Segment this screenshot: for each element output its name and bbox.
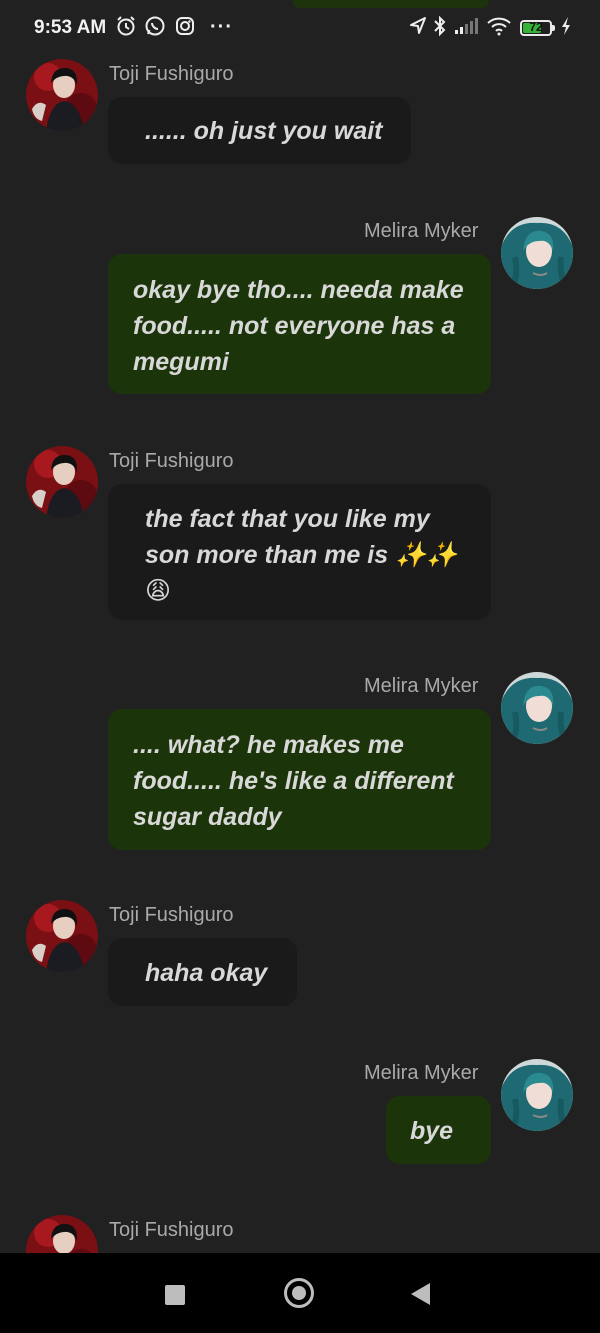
message-text: the fact that you like my son more than …: [145, 505, 458, 605]
instagram-icon: [174, 15, 196, 43]
sender-name: Toji Fushiguro: [109, 450, 234, 472]
message-bubble[interactable]: ...... oh just you wait: [108, 97, 411, 164]
more-icon: ···: [210, 16, 233, 38]
sender-name: Toji Fushiguro: [109, 63, 234, 85]
melira-avatar[interactable]: [501, 1059, 573, 1131]
message-text: bye: [410, 1117, 454, 1145]
sender-name: Toji Fushiguro: [109, 904, 234, 926]
message-bubble[interactable]: bye: [386, 1096, 491, 1164]
melira-avatar[interactable]: [501, 672, 573, 744]
message-text: .... what? he makes me food..... he's li…: [133, 731, 454, 831]
bluetooth-icon: [433, 15, 447, 43]
toji-avatar[interactable]: [26, 446, 98, 518]
battery-level-text: 72: [529, 20, 543, 34]
navigation-bar: [0, 1253, 600, 1333]
signal-icon: [454, 15, 480, 43]
previous-message-bubble: [292, 0, 489, 8]
message-bubble[interactable]: okay bye tho.... needa make food..... no…: [108, 254, 491, 394]
toji-avatar[interactable]: [26, 900, 98, 972]
back-button[interactable]: [411, 1283, 430, 1305]
message-text: haha okay: [145, 959, 268, 987]
message-bubble[interactable]: haha okay: [108, 938, 297, 1006]
wifi-icon: [486, 15, 512, 43]
message-text: ...... oh just you wait: [145, 117, 383, 145]
battery-cap: [552, 25, 555, 31]
home-button[interactable]: [284, 1278, 314, 1308]
sender-name: Melira Myker: [364, 675, 479, 697]
message-bubble[interactable]: the fact that you like my son more than …: [108, 484, 491, 620]
toji-avatar[interactable]: [26, 59, 98, 131]
sender-name: Toji Fushiguro: [109, 1219, 234, 1241]
status-bar: 9:53 AM ··· 72: [0, 0, 600, 58]
whatsapp-icon: [144, 15, 166, 43]
melira-avatar[interactable]: [501, 217, 573, 289]
charging-icon: [560, 15, 572, 43]
message-bubble[interactable]: .... what? he makes me food..... he's li…: [108, 709, 491, 850]
location-icon: [408, 15, 428, 43]
sender-name: Melira Myker: [364, 1062, 479, 1084]
status-time: 9:53 AM: [34, 17, 107, 38]
home-icon: [292, 1286, 306, 1300]
alarm-icon: [115, 15, 137, 43]
battery-icon: 72: [520, 20, 552, 36]
recents-button[interactable]: [165, 1285, 185, 1305]
sender-name: Melira Myker: [364, 220, 479, 242]
message-text: okay bye tho.... needa make food..... no…: [133, 276, 464, 376]
